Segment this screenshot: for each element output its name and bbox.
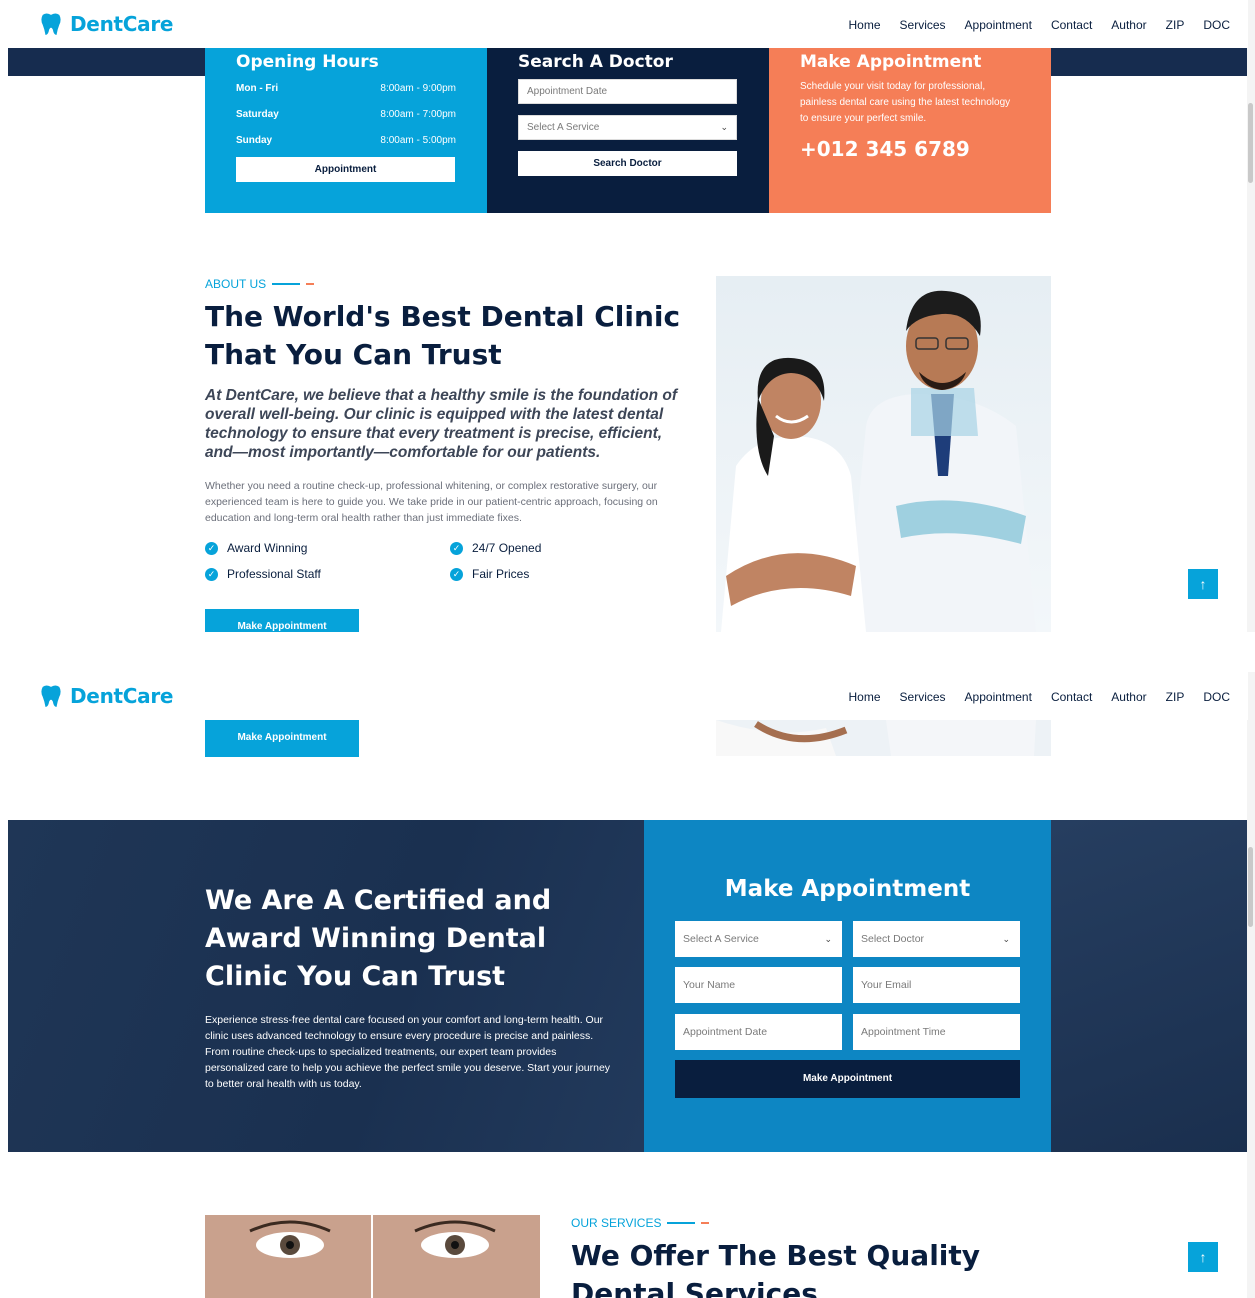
appointment-form: Make Appointment Select A Service ⌄ Sele… [644, 820, 1051, 1152]
scrollbar[interactable] [1247, 0, 1255, 632]
about-body-text: Whether you need a routine check-up, pro… [205, 480, 658, 524]
chevron-down-icon: ⌄ [720, 122, 728, 132]
search-doctor-button[interactable]: Search Doctor [518, 151, 737, 176]
appointment-date-input[interactable]: Appointment Date [675, 1014, 842, 1050]
tooth-icon [41, 13, 61, 36]
hours-row: Mon - Fri 8:00am - 9:00pm [236, 83, 456, 94]
hours-row: Sunday 8:00am - 5:00pm [236, 135, 456, 146]
nav-services[interactable]: Services [900, 690, 946, 704]
screenshot-frame-bottom: Make Appointment We Are A Certified and … [0, 672, 1255, 1298]
services-image [205, 1215, 540, 1298]
nav-appointment[interactable]: Appointment [965, 690, 1032, 704]
chevron-down-icon: ⌄ [824, 934, 832, 944]
check-circle-icon: ✓ [450, 541, 463, 555]
check-circle-icon: ✓ [205, 567, 218, 581]
opening-hours-box: Opening Hours Mon - Fri 8:00am - 9:00pm … [205, 48, 487, 213]
nav-doc[interactable]: DOC [1203, 18, 1230, 32]
scrollbar-thumb[interactable] [1248, 103, 1253, 183]
brand-logo[interactable]: DentCare [40, 684, 173, 708]
nav-contact[interactable]: Contact [1051, 18, 1092, 32]
tooth-icon [41, 685, 61, 707]
service-select[interactable]: Select A Service ⌄ [675, 921, 842, 957]
about-title: The World's Best Dental Clinic That You … [205, 300, 681, 371]
appointment-time-input[interactable]: Appointment Time [853, 1014, 1020, 1050]
search-doctor-box: Search A Doctor Appointment Date Select … [487, 48, 769, 213]
make-appointment-title: Make Appointment [800, 52, 982, 72]
services-tag: OUR SERVICES [571, 1216, 710, 1230]
services-title: We Offer The Best Quality Dental Service… [571, 1239, 981, 1298]
nav-services[interactable]: Services [900, 18, 946, 32]
nav-zip[interactable]: ZIP [1166, 18, 1185, 32]
scrollbar-thumb[interactable] [1248, 847, 1253, 927]
check-circle-icon: ✓ [450, 567, 463, 581]
frame-separator [0, 632, 1255, 672]
feature-item: ✓ 24/7 Opened [450, 541, 541, 555]
doctors-photo [716, 276, 1051, 632]
phone-number: +012 345 6789 [800, 137, 970, 161]
brand-logo[interactable]: DentCare [40, 12, 173, 36]
about-lead-text: At DentCare, we believe that a healthy s… [205, 387, 677, 461]
back-to-top-button[interactable]: ↑ [1188, 1242, 1218, 1272]
hours-row: Saturday 8:00am - 7:00pm [236, 109, 456, 120]
chevron-down-icon: ⌄ [1002, 934, 1010, 944]
nav-zip[interactable]: ZIP [1166, 690, 1185, 704]
submit-appointment-button[interactable]: Make Appointment [675, 1060, 1020, 1098]
screenshot-frame-top: Opening Hours Mon - Fri 8:00am - 9:00pm … [0, 0, 1255, 632]
navbar: DentCare Home Services Appointment Conta… [0, 0, 1248, 48]
make-appointment-button[interactable]: Make Appointment [205, 609, 359, 632]
appointment-button[interactable]: Appointment [236, 157, 455, 182]
doctor-select[interactable]: Select Doctor ⌄ [853, 921, 1020, 957]
nav-home[interactable]: Home [849, 690, 881, 704]
service-select[interactable]: Select A Service ⌄ [518, 115, 737, 140]
certified-title: We Are A Certified and Award Winning Den… [205, 885, 552, 992]
nav-doc[interactable]: DOC [1203, 690, 1230, 704]
appointment-date-input[interactable]: Appointment Date [518, 79, 737, 104]
search-doctor-title: Search A Doctor [518, 52, 673, 72]
back-to-top-button[interactable]: ↑ [1188, 569, 1218, 599]
main-nav: Home Services Appointment Contact Author… [849, 18, 1230, 32]
email-input[interactable]: Your Email [853, 967, 1020, 1003]
main-nav: Home Services Appointment Contact Author… [849, 690, 1230, 704]
certified-banner: We Are A Certified and Award Winning Den… [8, 820, 1248, 1152]
make-appointment-box: Make Appointment Schedule your visit tod… [769, 48, 1051, 213]
opening-hours-title: Opening Hours [236, 52, 379, 72]
about-tag: ABOUT US [205, 277, 315, 291]
feature-item: ✓ Professional Staff [205, 567, 321, 581]
scrollbar[interactable] [1247, 672, 1255, 1298]
nav-home[interactable]: Home [849, 18, 881, 32]
nav-author[interactable]: Author [1111, 18, 1146, 32]
doctors-illustration [721, 290, 1036, 632]
nav-author[interactable]: Author [1111, 690, 1146, 704]
nav-appointment[interactable]: Appointment [965, 18, 1032, 32]
appointment-form-title: Make Appointment [724, 876, 971, 902]
make-appointment-button[interactable]: Make Appointment [205, 719, 359, 757]
feature-item: ✓ Fair Prices [450, 567, 529, 581]
feature-item: ✓ Award Winning [205, 541, 307, 555]
name-input[interactable]: Your Name [675, 967, 842, 1003]
make-appointment-text: Schedule your visit today for profession… [800, 81, 1011, 124]
navbar: DentCare Home Services Appointment Conta… [0, 672, 1248, 720]
arrow-up-icon: ↑ [1199, 576, 1207, 592]
arrow-up-icon: ↑ [1199, 1249, 1207, 1265]
nav-contact[interactable]: Contact [1051, 690, 1092, 704]
doctors-photo-bottom [716, 720, 1051, 756]
certified-body-text: Experience stress-free dental care focus… [205, 1014, 611, 1090]
check-circle-icon: ✓ [205, 541, 218, 555]
